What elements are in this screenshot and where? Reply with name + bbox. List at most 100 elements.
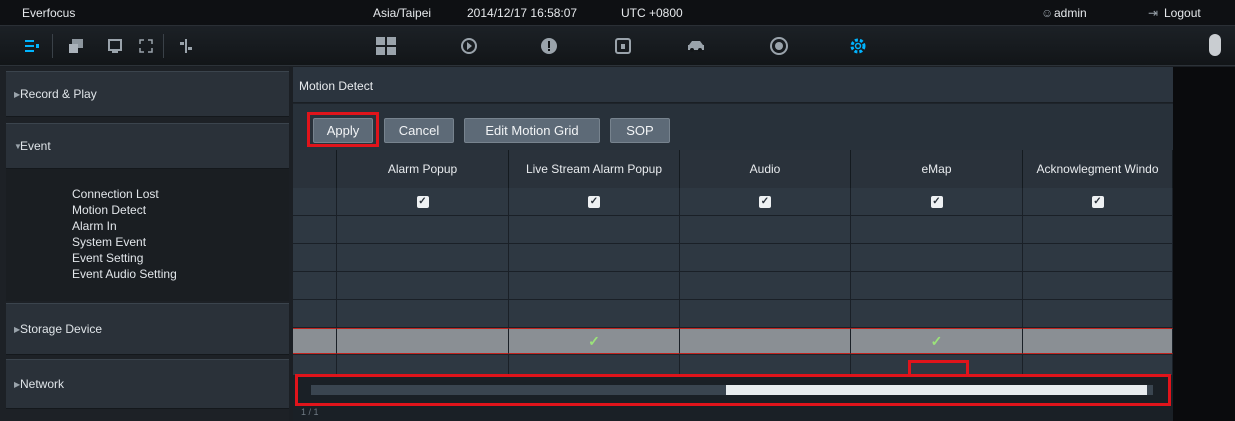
playback-icon[interactable]	[459, 36, 479, 56]
sidebar-item-label: Storage Device	[20, 322, 103, 336]
toolbar-divider	[52, 34, 53, 58]
expand-arrow-icon: ▶	[14, 324, 21, 334]
layout-grid-icon[interactable]	[374, 36, 398, 56]
table-cell[interactable]	[337, 300, 509, 328]
table-cell[interactable]: ✓	[680, 188, 851, 216]
alert-icon[interactable]	[539, 36, 559, 56]
highlight-box	[295, 374, 1171, 406]
sidebar-item-label: Record & Play	[20, 87, 97, 101]
page-title: Motion Detect	[299, 79, 374, 93]
column-header: Audio	[680, 150, 851, 188]
logout-link[interactable]: Logout	[1164, 6, 1201, 20]
list-icon[interactable]	[22, 36, 42, 56]
edit-motion-grid-button[interactable]: Edit Motion Grid	[464, 118, 600, 143]
right-panel	[1173, 67, 1235, 421]
table-cell[interactable]	[680, 272, 851, 300]
table-cell[interactable]	[680, 244, 851, 272]
checkbox[interactable]: ✓	[930, 195, 943, 208]
submenu-item-event-audio-setting[interactable]: Event Audio Setting	[72, 267, 177, 281]
selected-row-cell[interactable]	[1023, 328, 1173, 354]
cancel-button[interactable]: Cancel	[384, 118, 454, 143]
checkbox[interactable]: ✓	[416, 195, 429, 208]
table-cell[interactable]	[509, 272, 680, 300]
sop-button[interactable]: SOP	[610, 118, 670, 143]
selected-row-cell[interactable]: ✓	[851, 328, 1023, 354]
table-cell[interactable]: ✓	[337, 188, 509, 216]
split-icon[interactable]	[176, 36, 196, 56]
table-cell[interactable]: ✓	[509, 188, 680, 216]
column-header: Alarm Popup	[337, 150, 509, 188]
top-bar: Everfocus Asia/Taipei 2014/12/17 16:58:0…	[0, 0, 1235, 26]
highlight-box	[307, 112, 379, 147]
table-cell[interactable]	[337, 244, 509, 272]
table-cell[interactable]	[680, 216, 851, 244]
submenu-item-system-event[interactable]: System Event	[72, 235, 146, 249]
submenu-item-motion-detect[interactable]: Motion Detect	[72, 203, 146, 217]
sidebar-item-record-play[interactable]: ▶ Record & Play	[6, 71, 289, 117]
sidebar-item-label: Event	[20, 139, 51, 153]
submenu-item-connection-lost[interactable]: Connection Lost	[72, 187, 159, 201]
panel-title-bar: Motion Detect	[293, 67, 1173, 103]
table-cell[interactable]	[337, 272, 509, 300]
monitor-icon[interactable]	[105, 36, 125, 56]
column-header: Live Stream Alarm Popup	[509, 150, 680, 188]
table-cell[interactable]: ✓	[851, 188, 1023, 216]
table-cell[interactable]	[851, 272, 1023, 300]
sidebar-item-label: Network	[20, 377, 65, 391]
car-icon[interactable]	[686, 36, 706, 56]
table-cell[interactable]	[851, 244, 1023, 272]
selected-row-cell[interactable]	[680, 328, 851, 354]
checkbox[interactable]: ✓	[759, 195, 771, 208]
checkbox[interactable]: ✓	[1091, 195, 1104, 208]
user-name[interactable]: admin	[1054, 6, 1087, 20]
table-cell[interactable]	[337, 216, 509, 244]
main-panel: Motion Detect Apply Cancel Edit Motion G…	[293, 67, 1173, 421]
table-cell[interactable]	[851, 216, 1023, 244]
expand-arrow-icon: ▶	[14, 89, 21, 99]
app-name: Everfocus	[22, 6, 76, 20]
table-cell	[293, 272, 337, 300]
table-cell[interactable]	[509, 244, 680, 272]
settings-icon[interactable]	[848, 36, 868, 56]
expand-arrow-icon: ▶	[14, 379, 21, 389]
table-cell	[293, 244, 337, 272]
table-cell	[293, 300, 337, 328]
sidebar-item-event[interactable]: ▼ Event	[6, 123, 289, 169]
table-cell[interactable]	[1023, 272, 1173, 300]
submenu-item-alarm-in[interactable]: Alarm In	[72, 219, 117, 233]
table-cell[interactable]	[509, 300, 680, 328]
table-cell[interactable]	[680, 300, 851, 328]
action-bar: Apply Cancel Edit Motion Grid SOP	[293, 104, 1173, 150]
table-cell[interactable]	[509, 216, 680, 244]
table-cell	[293, 216, 337, 244]
sidebar: ▶ Record & Play ▼ Event Connection Lost …	[0, 67, 289, 421]
table-cell[interactable]	[851, 300, 1023, 328]
submenu-item-event-setting[interactable]: Event Setting	[72, 251, 143, 265]
utc-label: UTC +0800	[621, 6, 683, 20]
user-icon: ☺	[1041, 6, 1054, 20]
column-header: eMap	[851, 150, 1023, 188]
logout-icon[interactable]: ⇥	[1148, 6, 1158, 20]
sidebar-item-network[interactable]: ▶ Network	[6, 359, 289, 409]
sidebar-item-storage[interactable]: ▶ Storage Device	[6, 303, 289, 355]
toolbar-divider	[163, 34, 164, 58]
selected-row-cell	[293, 328, 337, 354]
multi-window-icon[interactable]	[66, 36, 86, 56]
expand-arrow-icon: ▼	[14, 141, 22, 151]
datetime-label: 2014/12/17 16:58:07	[467, 6, 578, 20]
fullscreen-icon[interactable]	[136, 36, 156, 56]
event-submenu: Connection Lost Motion Detect Alarm In S…	[6, 169, 289, 301]
table-cell[interactable]	[1023, 216, 1173, 244]
selected-row-cell[interactable]	[337, 328, 509, 354]
check-mark-icon[interactable]: ✓	[931, 333, 943, 350]
lock-icon[interactable]	[613, 36, 633, 56]
table-cell[interactable]	[1023, 300, 1173, 328]
table-cell[interactable]	[1023, 244, 1173, 272]
face-icon[interactable]	[769, 36, 789, 56]
check-mark-icon[interactable]: ✓	[588, 333, 600, 350]
selected-row-cell[interactable]: ✓	[509, 328, 680, 354]
checkbox[interactable]: ✓	[588, 195, 600, 208]
panel-lock-icon[interactable]	[1209, 34, 1221, 56]
table-cell[interactable]: ✓	[1023, 188, 1173, 216]
table-cell	[293, 188, 337, 216]
